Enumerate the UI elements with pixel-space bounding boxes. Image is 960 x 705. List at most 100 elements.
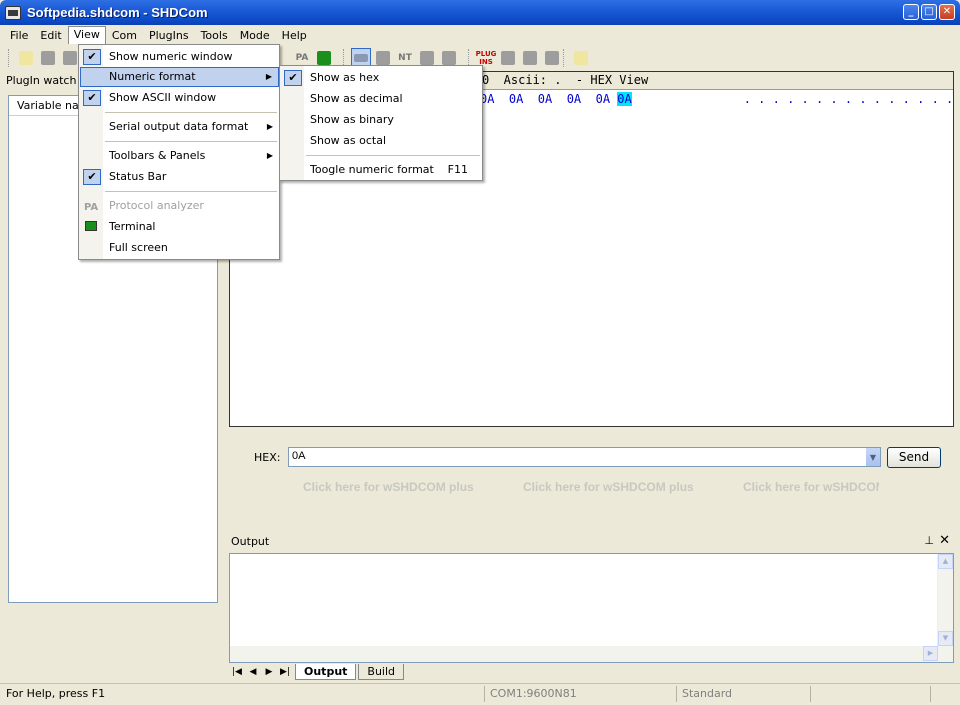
output-textbox[interactable]: ▲ ▼ ▶ [229,553,954,663]
menu-separator [306,155,480,156]
checkmark-icon: ✔ [83,49,101,65]
scroll-right-icon[interactable]: ▶ [923,646,938,661]
hex-label: HEX: [254,451,281,464]
menu-item-show-as-decimal[interactable]: Show as decimal [281,89,482,109]
maximize-button[interactable]: □ [921,4,937,20]
menu-item-label: Show numeric window [109,50,233,63]
scroll-up-icon[interactable]: ▲ [938,554,953,569]
status-bar: For Help, press F1 COM1:9600N81 Standard [0,683,960,705]
submenu-arrow-icon: ▶ [266,122,273,131]
terminal-icon [85,221,97,231]
menu-file[interactable]: File [4,27,34,44]
menu-bar: File Edit View Com PlugIns Tools Mode He… [0,25,960,45]
next-tab-icon[interactable]: ▶ [261,667,277,677]
menu-item-label: Show as octal [310,134,387,147]
menu-item-label: Terminal [109,220,156,233]
menu-item-status-bar[interactable]: ✔ Status Bar [80,167,279,187]
close-button[interactable]: ✕ [939,4,955,20]
menu-com[interactable]: Com [106,27,143,44]
minimize-button[interactable]: _ [903,4,919,20]
menu-item-label: Show as hex [310,71,380,84]
promo-link-2[interactable]: Click here for wSHDCOM plus [523,480,694,494]
menu-edit[interactable]: Edit [34,27,67,44]
hex-bytes: 0A 0A 0A 0A 0A [480,92,618,106]
menu-separator [105,191,277,192]
view-menu: ✔ Show numeric window Numeric format ▶ ✔… [78,44,280,260]
toolbar-grip-4[interactable] [563,49,566,67]
menu-help[interactable]: Help [276,27,313,44]
new-file-icon[interactable] [16,48,36,68]
app-icon[interactable] [5,5,21,20]
checkmark-icon: ✔ [83,169,101,185]
menu-separator [105,112,277,113]
toolbar-grip[interactable] [8,49,11,67]
menu-item-label: Toolbars & Panels [109,149,206,162]
scroll-down-icon[interactable]: ▼ [938,631,953,646]
menu-separator [105,141,277,142]
output-panel: Output ⊥ ✕ ▲ ▼ ▶ |◀ ◀ ▶ ▶| Output Build [229,533,954,683]
status-help-text: For Help, press F1 [6,687,106,700]
menu-item-show-as-octal[interactable]: Show as octal [281,131,482,151]
menu-item-toggle-numeric-format[interactable]: Toogle numeric format F11 [281,160,482,180]
checkmark-icon: ✔ [83,90,101,106]
delete-icon[interactable] [542,48,562,68]
shortcut-label: F11 [447,163,468,176]
send-button[interactable]: Send [887,447,941,468]
menu-plugins[interactable]: PlugIns [143,27,195,44]
menu-item-label: Status Bar [109,170,167,183]
promo-link-1[interactable]: Click here for wSHDCOM plus [303,480,474,494]
hex-cursor-byte: 0A [617,92,632,106]
menu-mode[interactable]: Mode [234,27,276,44]
send-area: HEX: 0A ▼ Send Click here for wSHDCOM pl… [229,427,954,527]
pin-icon[interactable]: ⊥ [924,534,934,547]
menu-item-label: Show as binary [310,113,394,126]
tab-build[interactable]: Build [358,664,405,680]
vertical-scrollbar[interactable]: ▲ ▼ [937,554,953,662]
output-tabs: |◀ ◀ ▶ ▶| Output Build [229,663,954,681]
tab-output[interactable]: Output [295,664,357,680]
horizontal-scrollbar[interactable]: ▶ [230,646,938,662]
plugin-config-icon[interactable] [498,48,518,68]
first-tab-icon[interactable]: |◀ [229,667,245,677]
checkmark-icon: ✔ [284,70,302,86]
close-icon[interactable]: ✕ [939,533,950,548]
menu-item-toolbars-panels[interactable]: Toolbars & Panels ▶ [80,146,279,166]
hex-input[interactable]: 0A [288,447,881,467]
last-tab-icon[interactable]: ▶| [277,667,293,677]
menu-item-numeric-format[interactable]: Numeric format ▶ [80,67,279,87]
menu-item-label: Serial output data format [109,120,249,133]
status-mode: Standard [682,687,733,700]
numeric-format-submenu: ✔ Show as hex Show as decimal Show as bi… [279,65,483,181]
menu-item-label: Numeric format [109,70,196,83]
window-title: Softpedia.shdcom - SHDCom [27,5,208,20]
menu-item-label: Protocol analyzer [109,199,204,212]
menu-item-show-ascii-window[interactable]: ✔ Show ASCII window [80,88,279,108]
menu-item-protocol-analyzer: PA Protocol analyzer [80,196,279,216]
submenu-arrow-icon: ▶ [266,151,273,160]
promo-link-3[interactable]: Click here for wSHDCOM plus [743,480,879,494]
menu-item-label: Toogle numeric format [310,163,434,176]
submenu-arrow-icon: ▶ [265,72,272,81]
output-title: Output [231,535,270,548]
plugin-watch-caption: PlugIn watch p [6,74,87,87]
chevron-down-icon[interactable]: ▼ [865,448,880,466]
ascii-dots: . . . . . . . . . . . . . . . . [743,92,960,106]
menu-item-terminal[interactable]: Terminal [80,217,279,237]
menu-item-label: Full screen [109,241,168,254]
menu-item-show-numeric-window[interactable]: ✔ Show numeric window [80,47,279,67]
menu-item-show-as-hex[interactable]: ✔ Show as hex [281,68,482,88]
output-title-bar: Output ⊥ ✕ [229,533,954,551]
menu-tools[interactable]: Tools [195,27,234,44]
save-icon[interactable] [38,48,58,68]
menu-view[interactable]: View [67,26,106,44]
plugin-link-icon[interactable] [520,48,540,68]
protocol-analyzer-icon: PA [84,202,99,213]
new-plugin-icon[interactable] [571,48,591,68]
status-port: COM1:9600N81 [490,687,577,700]
menu-item-full-screen[interactable]: Full screen [80,238,279,258]
menu-item-serial-output-format[interactable]: Serial output data format ▶ [80,117,279,137]
menu-item-show-as-binary[interactable]: Show as binary [281,110,482,130]
title-bar: Softpedia.shdcom - SHDCom _ □ ✕ [0,0,960,25]
prev-tab-icon[interactable]: ◀ [245,667,261,677]
open-folder-icon[interactable] [60,48,80,68]
